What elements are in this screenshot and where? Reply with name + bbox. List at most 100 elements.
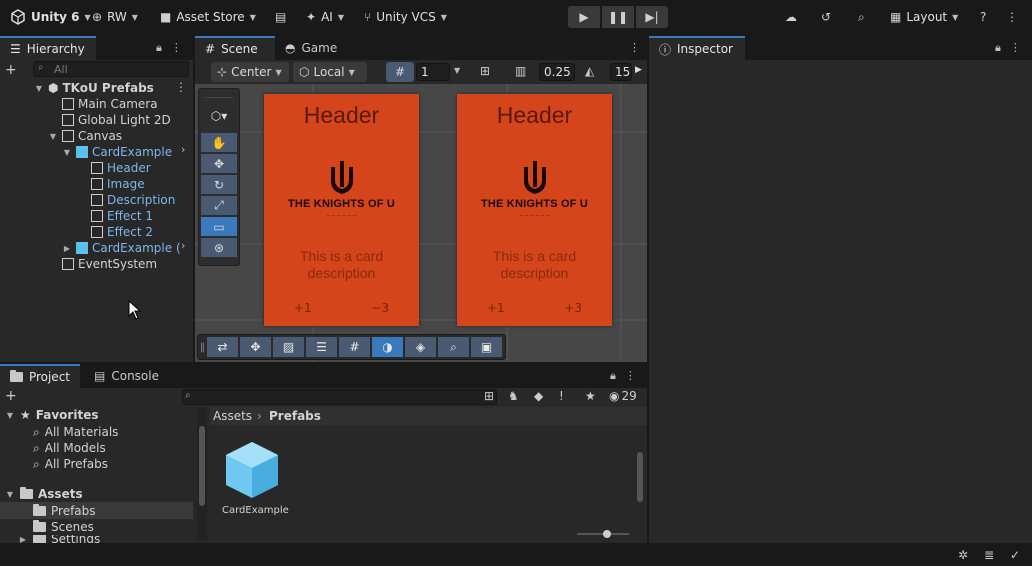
database-icon[interactable]: ≣ xyxy=(984,548,994,562)
overlay-shuffle-button[interactable]: ⇄ xyxy=(207,337,238,357)
assets-header[interactable]: ▼ Assets xyxy=(5,486,83,502)
hierarchy-item[interactable]: Effect 1 xyxy=(91,208,153,224)
help-button[interactable]: ? xyxy=(980,9,986,25)
grid-size-field[interactable]: 1 xyxy=(416,63,450,81)
asset-item[interactable]: CardExample xyxy=(222,440,289,520)
hierarchy-scene-row[interactable]: ▼ ⬢ TKoU Prefabs xyxy=(34,80,154,96)
hierarchy-item[interactable]: Description xyxy=(91,192,175,208)
favorites-header[interactable]: ▼ ★ Favorites xyxy=(5,407,99,423)
bug-icon[interactable]: ✲ xyxy=(958,548,968,562)
fov-icon[interactable]: ◭ xyxy=(585,64,594,78)
search-by-label-icon[interactable]: ♞ xyxy=(508,389,519,403)
rotate-tool-button[interactable]: ↻ xyxy=(201,175,237,194)
breadcrumb-assets[interactable]: Assets xyxy=(213,409,252,423)
scene-viewport[interactable]: Header THE KNIGHTS OF U — — — — — — This… xyxy=(195,84,647,362)
step-button[interactable]: ▶| xyxy=(636,6,668,28)
overlay-sliders-button[interactable]: ☰ xyxy=(306,337,337,357)
hierarchy-item[interactable]: ▼ Canvas xyxy=(48,128,122,144)
favorite-item[interactable]: ⌕ All Prefabs xyxy=(33,456,108,472)
more-vertical-icon[interactable]: ⋮ xyxy=(171,41,182,55)
hierarchy-search-input[interactable]: ⌕ All xyxy=(33,61,189,77)
overlay-image-button[interactable]: ▨ xyxy=(273,337,304,357)
favorite-item[interactable]: ⌕ All Models xyxy=(33,440,106,456)
overlay-search-button[interactable]: ⌕ xyxy=(438,337,469,357)
pause-button[interactable]: ❚❚ xyxy=(602,6,634,28)
overlay-drag-handle[interactable] xyxy=(205,89,233,98)
tab-scene[interactable]: # Scene xyxy=(195,36,275,60)
space-dropdown[interactable]: ⬡ Local ▼ xyxy=(293,62,367,82)
tab-console[interactable]: ▤ Console xyxy=(84,364,170,388)
chevron-down-icon[interactable]: ▼ xyxy=(454,66,460,75)
add-button[interactable]: + xyxy=(5,62,17,78)
more-vertical-icon[interactable]: ⋮ xyxy=(625,369,636,383)
tab-hierarchy[interactable]: ☰ Hierarchy xyxy=(0,36,96,60)
scene-more-icon[interactable]: ⋮ xyxy=(175,80,187,94)
ai-menu[interactable]: ✦ AI ▼ xyxy=(306,9,344,25)
hierarchy-item[interactable]: Global Light 2D xyxy=(62,112,171,128)
overlay-camera-button[interactable]: ▣ xyxy=(471,337,502,357)
hierarchy-item[interactable]: EventSystem xyxy=(62,256,157,272)
hierarchy-item[interactable]: Header xyxy=(91,160,151,176)
user-menu[interactable]: ⊕ RW ▼ xyxy=(92,9,138,25)
zoom-slider-handle[interactable] xyxy=(603,530,611,538)
grid-toggle-button[interactable]: # xyxy=(386,62,414,82)
search-by-type-icon[interactable]: ⊞ xyxy=(484,389,494,403)
vcs-menu[interactable]: ⑂ Unity VCS ▼ xyxy=(364,9,447,25)
search-button[interactable]: ⌕ xyxy=(858,9,865,25)
tree-scrollbar[interactable] xyxy=(197,408,207,540)
history-button[interactable]: ↺ xyxy=(821,9,831,25)
star-icon[interactable]: ★ xyxy=(585,389,596,403)
hierarchy-item[interactable]: ▶ CardExample ( xyxy=(62,240,181,256)
grid-scrollbar[interactable] xyxy=(636,432,645,522)
hidden-packages-toggle[interactable]: ◉ 29 xyxy=(609,389,637,403)
overlay-drag-handle[interactable]: ‖ xyxy=(200,342,206,353)
overlay-circle-button[interactable]: ◑ xyxy=(372,337,403,357)
breadcrumb-prefabs[interactable]: Prefabs xyxy=(269,409,321,423)
fov-field[interactable]: 15 xyxy=(610,63,632,81)
package-icon-button[interactable]: ▤ xyxy=(275,9,286,25)
overlay-layers-button[interactable]: ◈ xyxy=(405,337,436,357)
folder-item[interactable]: Scenes xyxy=(33,519,94,535)
chevron-right-icon[interactable]: › xyxy=(181,143,185,156)
folder-item[interactable]: Prefabs xyxy=(33,503,96,519)
cloud-button[interactable]: ☁ xyxy=(785,9,797,25)
lock-icon[interactable]: 🔒︎ xyxy=(610,369,616,383)
tab-project[interactable]: Project xyxy=(0,364,80,388)
lock-icon[interactable]: 🔒︎ xyxy=(995,41,1001,55)
hierarchy-item[interactable]: Effect 2 xyxy=(91,224,153,240)
add-asset-button[interactable]: + xyxy=(5,388,17,404)
favorite-item[interactable]: ⌕ All Materials xyxy=(33,424,118,440)
check-circle-icon[interactable]: ✓ xyxy=(1010,548,1020,562)
alert-icon[interactable]: ! xyxy=(559,389,564,403)
scale-tool-button[interactable]: ⤢ xyxy=(201,196,237,215)
asset-store-menu[interactable]: ■ Asset Store ▼ xyxy=(160,9,256,25)
layout-menu[interactable]: ▦ Layout ▼ xyxy=(890,9,958,25)
hand-tool-button[interactable]: ✋ xyxy=(201,133,237,152)
overlay-grid-button[interactable]: # xyxy=(339,337,370,357)
toolbar-more-button[interactable]: ⋮ xyxy=(1006,9,1018,25)
folder-item[interactable]: ▶ Settings xyxy=(18,535,100,543)
snap-toggle-icon[interactable]: ⊞ xyxy=(480,64,490,78)
tag-icon[interactable]: ◆ xyxy=(534,389,543,403)
more-vertical-icon[interactable]: ⋮ xyxy=(629,41,640,54)
hierarchy-item[interactable]: Image xyxy=(91,176,145,192)
more-vertical-icon[interactable]: ⋮ xyxy=(1010,41,1021,55)
transform-tool-button[interactable]: ⊛ xyxy=(201,238,237,257)
snap-value-field[interactable]: 0.25 xyxy=(539,63,575,81)
hierarchy-item[interactable]: Main Camera xyxy=(62,96,158,112)
pivot-dropdown[interactable]: ⊹ Center ▼ xyxy=(211,62,289,82)
card-preview[interactable]: Header THE KNIGHTS OF U — — — — — — This… xyxy=(457,94,612,326)
tab-game[interactable]: ◓ Game xyxy=(275,36,345,60)
tab-inspector[interactable]: ⓘ Inspector xyxy=(649,36,745,60)
tool-dropdown-button[interactable]: ⬡▾ xyxy=(201,106,237,125)
rect-tool-button[interactable]: ▭ xyxy=(201,217,237,236)
play-button[interactable]: ▶ xyxy=(568,6,600,28)
card-preview[interactable]: Header THE KNIGHTS OF U — — — — — — This… xyxy=(264,94,419,326)
project-search-input[interactable]: ⌕ xyxy=(182,389,497,405)
move-tool-button[interactable]: ✥ xyxy=(201,154,237,173)
account-menu[interactable]: Unity 6 ▼ xyxy=(10,9,91,25)
lock-icon[interactable]: 🔒︎ xyxy=(156,41,162,55)
overflow-arrow-icon[interactable]: ▶ xyxy=(635,65,642,75)
chevron-right-icon[interactable]: › xyxy=(181,239,185,252)
increment-snap-icon[interactable]: ▥ xyxy=(515,64,526,78)
